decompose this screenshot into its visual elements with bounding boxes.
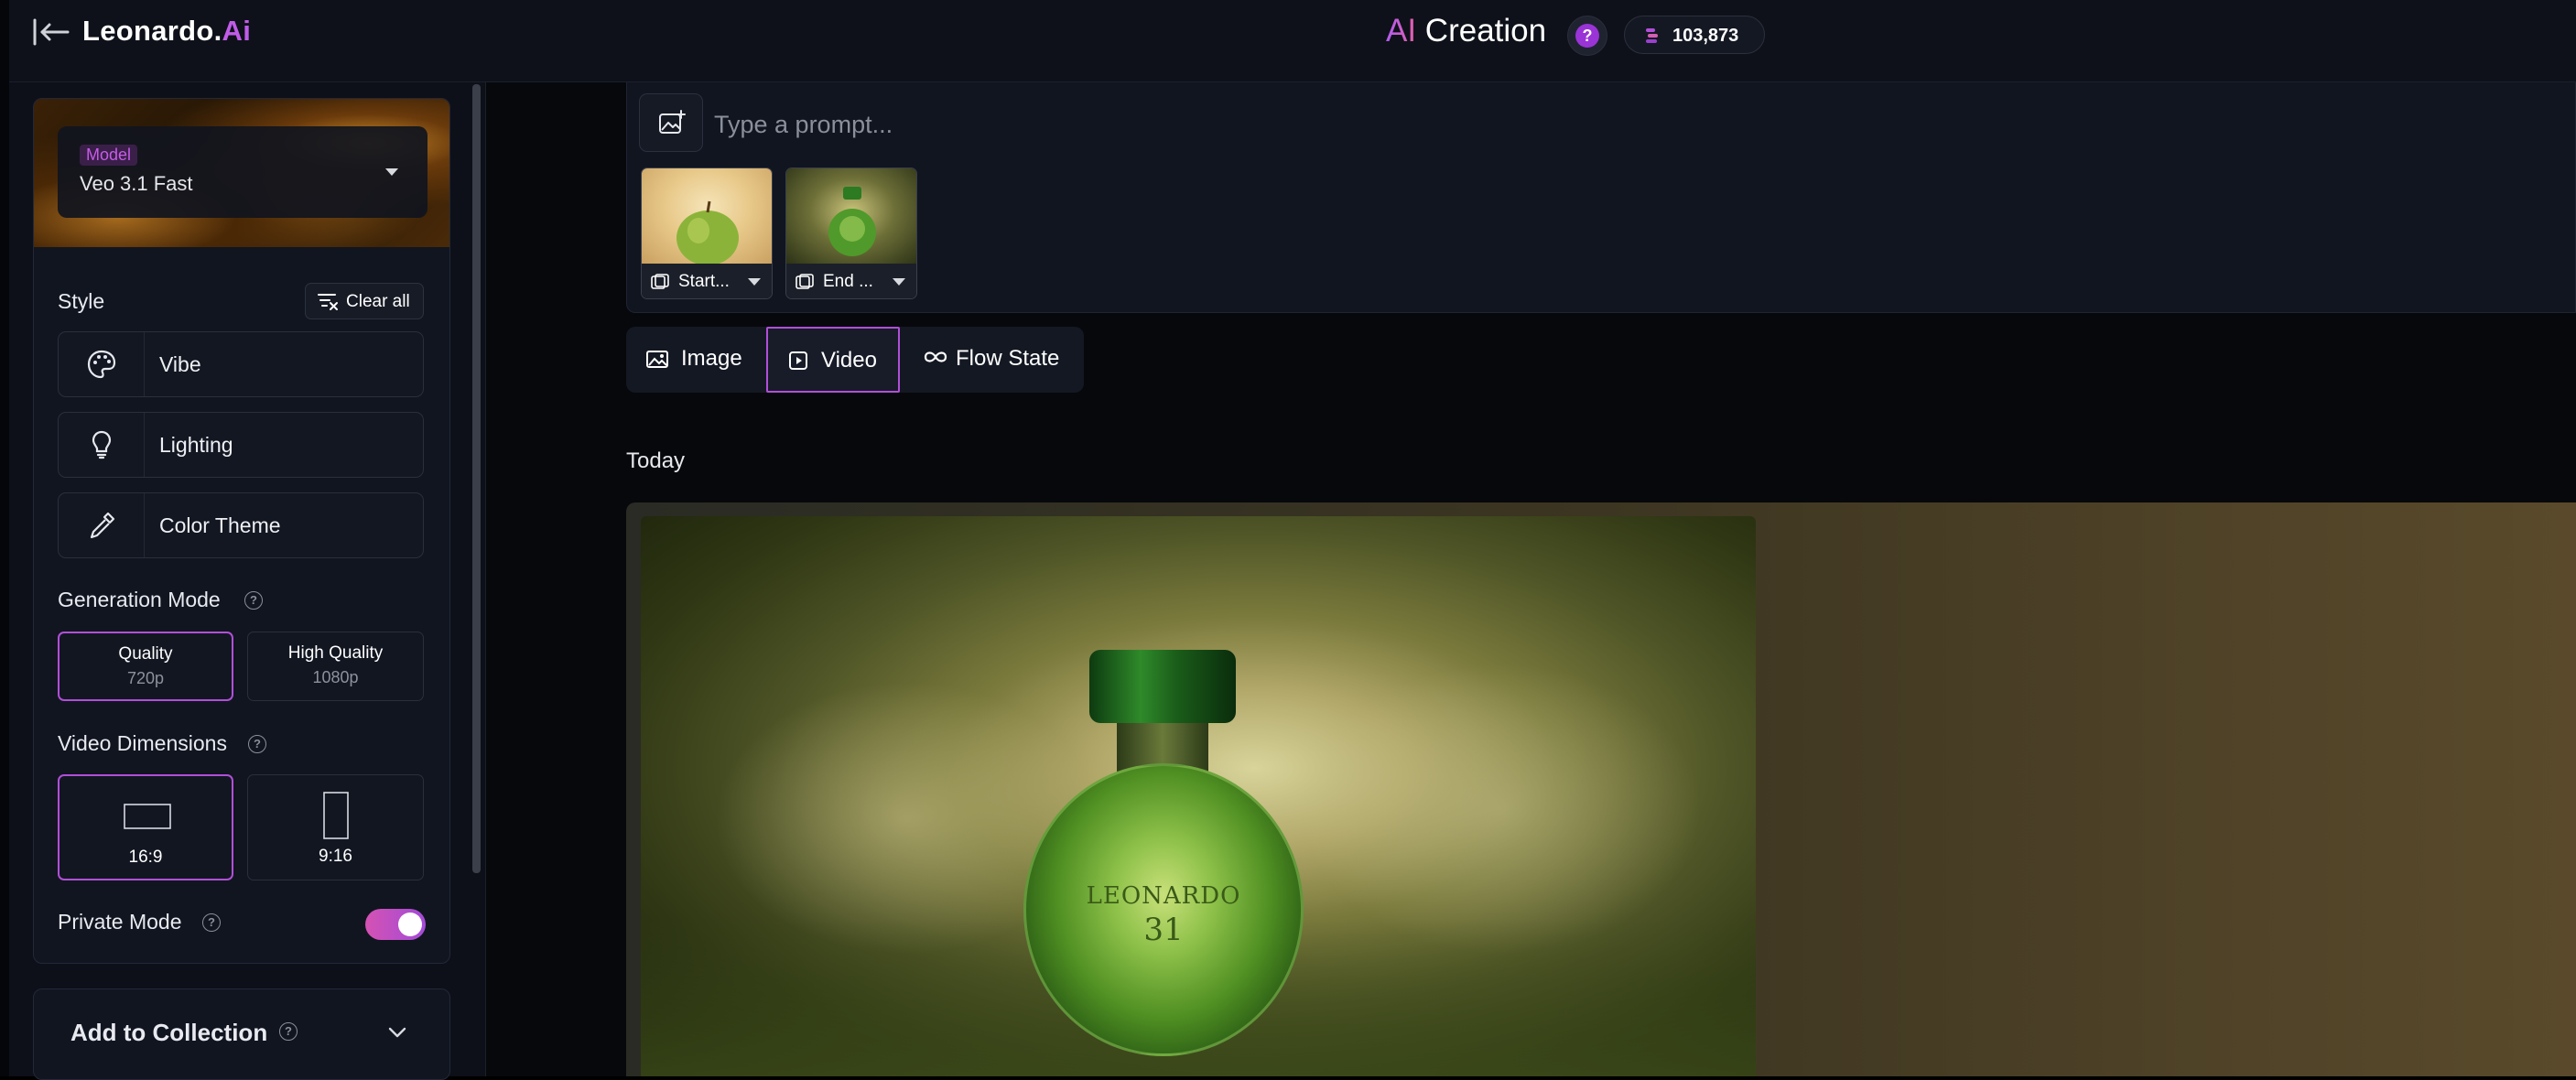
help-button[interactable]: ? — [1567, 16, 1607, 56]
mode-quality-title: Quality — [118, 644, 173, 664]
style-color-theme[interactable]: Color Theme — [58, 492, 424, 558]
infinity-icon — [924, 351, 947, 362]
collection-help-icon[interactable]: ? — [279, 1022, 298, 1041]
clear-all-label: Clear all — [346, 292, 410, 311]
today-section-label: Today — [626, 448, 686, 473]
start-frame-image — [642, 168, 772, 265]
mode-high-quality-button[interactable]: High Quality 1080p — [247, 632, 424, 701]
frame-icon — [796, 274, 814, 289]
top-header: Leonardo.Ai AI Creation ? 103,873 — [9, 0, 2576, 82]
start-frame-bar[interactable]: Start... — [642, 264, 772, 298]
private-mode-label: Private Mode — [58, 910, 182, 934]
image-icon — [646, 351, 668, 368]
tab-image-label: Image — [681, 346, 742, 371]
mode-high-quality-sub: 1080p — [312, 668, 359, 686]
style-heading: Style — [58, 289, 105, 313]
apple-image — [676, 200, 739, 265]
brand-logo[interactable]: Leonardo.Ai — [82, 15, 251, 48]
mode-high-quality-title: High Quality — [287, 643, 384, 663]
style-color-theme-label: Color Theme — [159, 513, 281, 537]
lighting-icon-box — [59, 413, 145, 477]
tab-flow-state[interactable]: Flow State — [901, 327, 1082, 393]
video-dimensions-heading: Video Dimensions — [58, 731, 227, 755]
brand-name: Leonardo. — [82, 15, 222, 47]
dimension-9-16-label: 9:16 — [319, 847, 352, 866]
bottle-label: LEONARDO 31 — [1023, 882, 1304, 948]
eyedropper-icon — [90, 512, 115, 539]
lightbulb-icon — [92, 430, 112, 459]
perfume-bottle-image — [828, 187, 876, 256]
bottle-label-brand: LEONARDO — [1086, 882, 1241, 910]
palette-icon — [87, 350, 116, 379]
tab-image[interactable]: Image — [626, 327, 763, 393]
smoke-right — [1300, 663, 1703, 956]
bottle-cap — [1089, 650, 1236, 723]
coins-icon — [1646, 28, 1658, 43]
clear-filter-icon — [318, 294, 338, 310]
mode-quality-sub: 720p — [126, 669, 165, 687]
model-selector-card: Model Veo 3.1 Fast — [34, 99, 449, 247]
add-image-icon — [659, 110, 686, 134]
caret-down-icon — [748, 278, 761, 286]
token-count: 103,873 — [1672, 26, 1739, 46]
dimension-16-9-button[interactable]: 16:9 — [58, 774, 233, 880]
image-prompt-button[interactable] — [639, 93, 703, 152]
chevron-down-icon — [388, 1027, 406, 1038]
settings-panel: Model Veo 3.1 Fast Style Clear all Vibe … — [33, 98, 450, 964]
add-to-collection-label: Add to Collection — [70, 1019, 268, 1046]
start-frame-thumb[interactable]: Start... — [641, 167, 773, 299]
sidebar-scrollbar[interactable] — [472, 84, 481, 873]
model-value: Veo 3.1 Fast — [80, 172, 193, 195]
frame-icon — [651, 274, 669, 289]
end-frame-label: End ... — [823, 272, 873, 291]
caret-down-icon — [893, 278, 905, 286]
end-frame-bar[interactable]: End ... — [786, 264, 916, 298]
model-dropdown[interactable]: Model Veo 3.1 Fast — [58, 126, 428, 218]
tab-video[interactable]: Video — [766, 327, 900, 393]
bottle-label-number: 31 — [1143, 912, 1184, 948]
prompt-input[interactable] — [714, 108, 1813, 141]
color-theme-icon-box — [59, 493, 145, 557]
app-window: Leonardo.Ai AI Creation ? 103,873 Model … — [0, 0, 2576, 1080]
portrait-ratio-icon — [323, 792, 349, 839]
brand-ai: Ai — [222, 15, 252, 47]
window-edge — [0, 0, 9, 1076]
landscape-ratio-icon — [124, 804, 171, 829]
start-frame-label: Start... — [678, 272, 730, 291]
style-lighting[interactable]: Lighting — [58, 412, 424, 478]
generated-video[interactable]: LEONARDO 31 — [641, 516, 1756, 1076]
dimension-16-9-label: 16:9 — [128, 848, 163, 867]
caret-down-icon — [385, 168, 398, 176]
clear-all-button[interactable]: Clear all — [305, 283, 424, 319]
page-title: AI Creation — [1386, 13, 1546, 49]
private-mode-help-icon[interactable]: ? — [202, 913, 221, 932]
generation-mode-help-icon[interactable]: ? — [244, 591, 263, 610]
toggle-knob — [398, 913, 422, 936]
mode-quality-button[interactable]: Quality 720p — [58, 632, 233, 701]
end-frame-image — [786, 168, 916, 264]
token-balance[interactable]: 103,873 — [1624, 16, 1765, 54]
back-arrow-icon[interactable] — [31, 16, 77, 49]
add-to-collection-accordion[interactable]: Add to Collection ? — [33, 988, 450, 1080]
style-lighting-label: Lighting — [159, 433, 233, 457]
question-icon: ? — [1575, 24, 1599, 48]
tab-video-label: Video — [821, 348, 877, 373]
style-vibe-label: Vibe — [159, 352, 201, 376]
style-vibe[interactable]: Vibe — [58, 331, 424, 397]
tab-flow-state-label: Flow State — [956, 346, 1060, 371]
generation-mode-heading: Generation Mode — [58, 588, 221, 611]
end-frame-thumb[interactable]: End ... — [785, 167, 917, 299]
private-mode-toggle[interactable] — [365, 909, 426, 940]
title-creation: Creation — [1416, 13, 1547, 49]
video-dimensions-help-icon[interactable]: ? — [248, 735, 266, 753]
model-label: Model — [80, 145, 138, 166]
video-icon — [789, 351, 807, 370]
title-ai: AI — [1386, 13, 1417, 49]
mode-tabs: Image Video Flow State — [626, 327, 1084, 393]
vibe-icon-box — [59, 332, 145, 396]
dimension-9-16-button[interactable]: 9:16 — [247, 774, 424, 880]
